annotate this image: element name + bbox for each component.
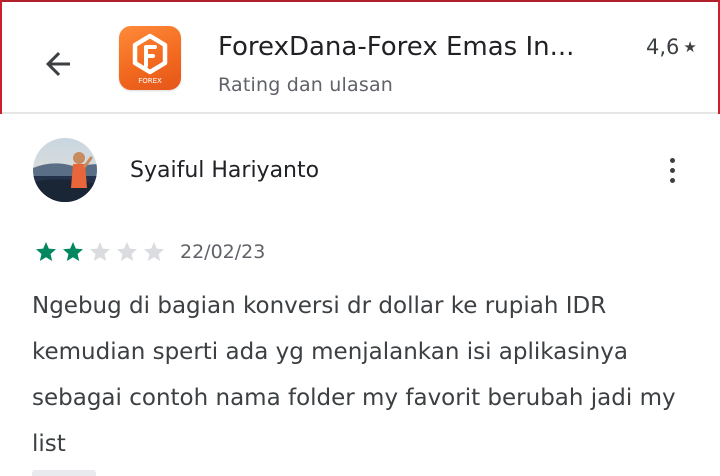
app-title[interactable]: ForexDana-Forex Emas In... — [218, 30, 628, 64]
header-left-border — [0, 0, 2, 114]
review-date: 22/02/23 — [180, 241, 266, 263]
star-icon: ★ — [683, 38, 697, 56]
avatar-photo — [33, 138, 97, 202]
page-subtitle: Rating dan ulasan — [218, 74, 394, 96]
review-star-rating — [33, 240, 167, 264]
avatar[interactable] — [33, 138, 97, 202]
forexdana-logo-icon: FOREX — [132, 33, 168, 85]
star-empty-icon — [117, 242, 137, 261]
star-filled-icon — [36, 242, 56, 261]
helpful-chip[interactable] — [32, 470, 96, 476]
back-button[interactable] — [30, 36, 86, 92]
more-options-button[interactable] — [654, 150, 690, 190]
review-text: Ngebug di bagian konversi dr dollar ke r… — [32, 293, 676, 457]
header-top-border — [0, 0, 720, 2]
review-detail-screen: FOREX ForexDana-Forex Emas In... Rating … — [0, 0, 720, 476]
star-empty-icon — [90, 242, 110, 261]
app-icon-caption: FOREX — [138, 77, 162, 85]
app-icon[interactable]: FOREX — [119, 26, 181, 90]
app-header: FOREX ForexDana-Forex Emas In... Rating … — [0, 0, 720, 114]
star-empty-icon — [144, 242, 164, 261]
reviewer-name: Syaiful Hariyanto — [130, 158, 320, 183]
app-rating: 4,6 ★ — [646, 32, 697, 62]
more-vert-icon — [669, 157, 675, 163]
app-rating-value: 4,6 — [646, 35, 680, 59]
arrow-left-icon — [46, 52, 70, 76]
star-filled-icon — [63, 242, 83, 261]
